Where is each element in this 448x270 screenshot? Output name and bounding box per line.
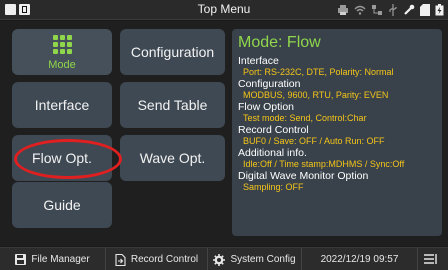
info-panel: Mode: Flow Interface Port: RS-232C, DTE,… — [232, 29, 442, 236]
status-icons — [337, 3, 444, 17]
section-value: Idle:Off / Time stamp:MDHMS / Sync:Off — [243, 159, 405, 169]
datetime-display: 2022/12/19 09:57 — [302, 248, 418, 270]
save-icon — [15, 254, 27, 265]
flow-option-button[interactable]: Flow Opt. — [12, 135, 112, 181]
section-title: Configuration — [238, 78, 301, 90]
configuration-button[interactable]: Configuration — [120, 29, 225, 75]
record-control-button[interactable]: Record Control — [106, 248, 208, 270]
tool-icon — [404, 4, 415, 15]
bottom-bar: File Manager Record Control System Confi… — [0, 247, 448, 270]
network-icon — [372, 5, 382, 15]
battery-icon — [435, 4, 444, 16]
sd-card-icon — [420, 4, 430, 16]
interface-button[interactable]: Interface — [12, 82, 112, 128]
section-value: MODBUS, 9600, RTU, Parity: EVEN — [243, 90, 389, 100]
wave-option-button[interactable]: Wave Opt. — [120, 135, 225, 181]
section-title: Additional info. — [238, 147, 307, 159]
mode-grid-icon — [52, 35, 72, 54]
section-value: Sampling: OFF — [243, 182, 304, 192]
section-title: Digital Wave Monitor Option — [238, 170, 369, 182]
gear-icon — [213, 253, 226, 266]
send-table-button[interactable]: Send Table — [120, 82, 225, 128]
section-value: BUF0 / Save: OFF / Auto Run: OFF — [243, 136, 385, 146]
mode-label: Mode — [48, 59, 76, 71]
wifi-icon — [354, 5, 366, 15]
usb-icon — [389, 4, 397, 16]
guide-button[interactable]: Guide — [12, 182, 112, 228]
section-value: Port: RS-232C, DTE, Polarity: Normal — [243, 67, 394, 77]
file-manager-label: File Manager — [31, 254, 90, 265]
printer-icon — [338, 5, 348, 15]
main-area: Mode Configuration Interface Send Table … — [0, 21, 448, 246]
section-title: Interface — [238, 55, 279, 67]
panel-title: Mode: Flow — [238, 34, 321, 51]
system-config-button[interactable]: System Config — [208, 248, 302, 270]
menu-icon[interactable] — [424, 253, 438, 265]
section-title: Record Control — [238, 124, 309, 136]
top-bar: Top Menu — [0, 0, 448, 20]
system-config-label: System Config — [230, 254, 296, 265]
section-value: Test mode: Send, Control:Char — [243, 113, 367, 123]
record-doc-icon — [115, 253, 126, 266]
file-manager-button[interactable]: File Manager — [0, 248, 106, 270]
record-control-label: Record Control — [130, 254, 199, 265]
section-title: Flow Option — [238, 101, 295, 113]
mode-button[interactable]: Mode — [12, 29, 112, 75]
